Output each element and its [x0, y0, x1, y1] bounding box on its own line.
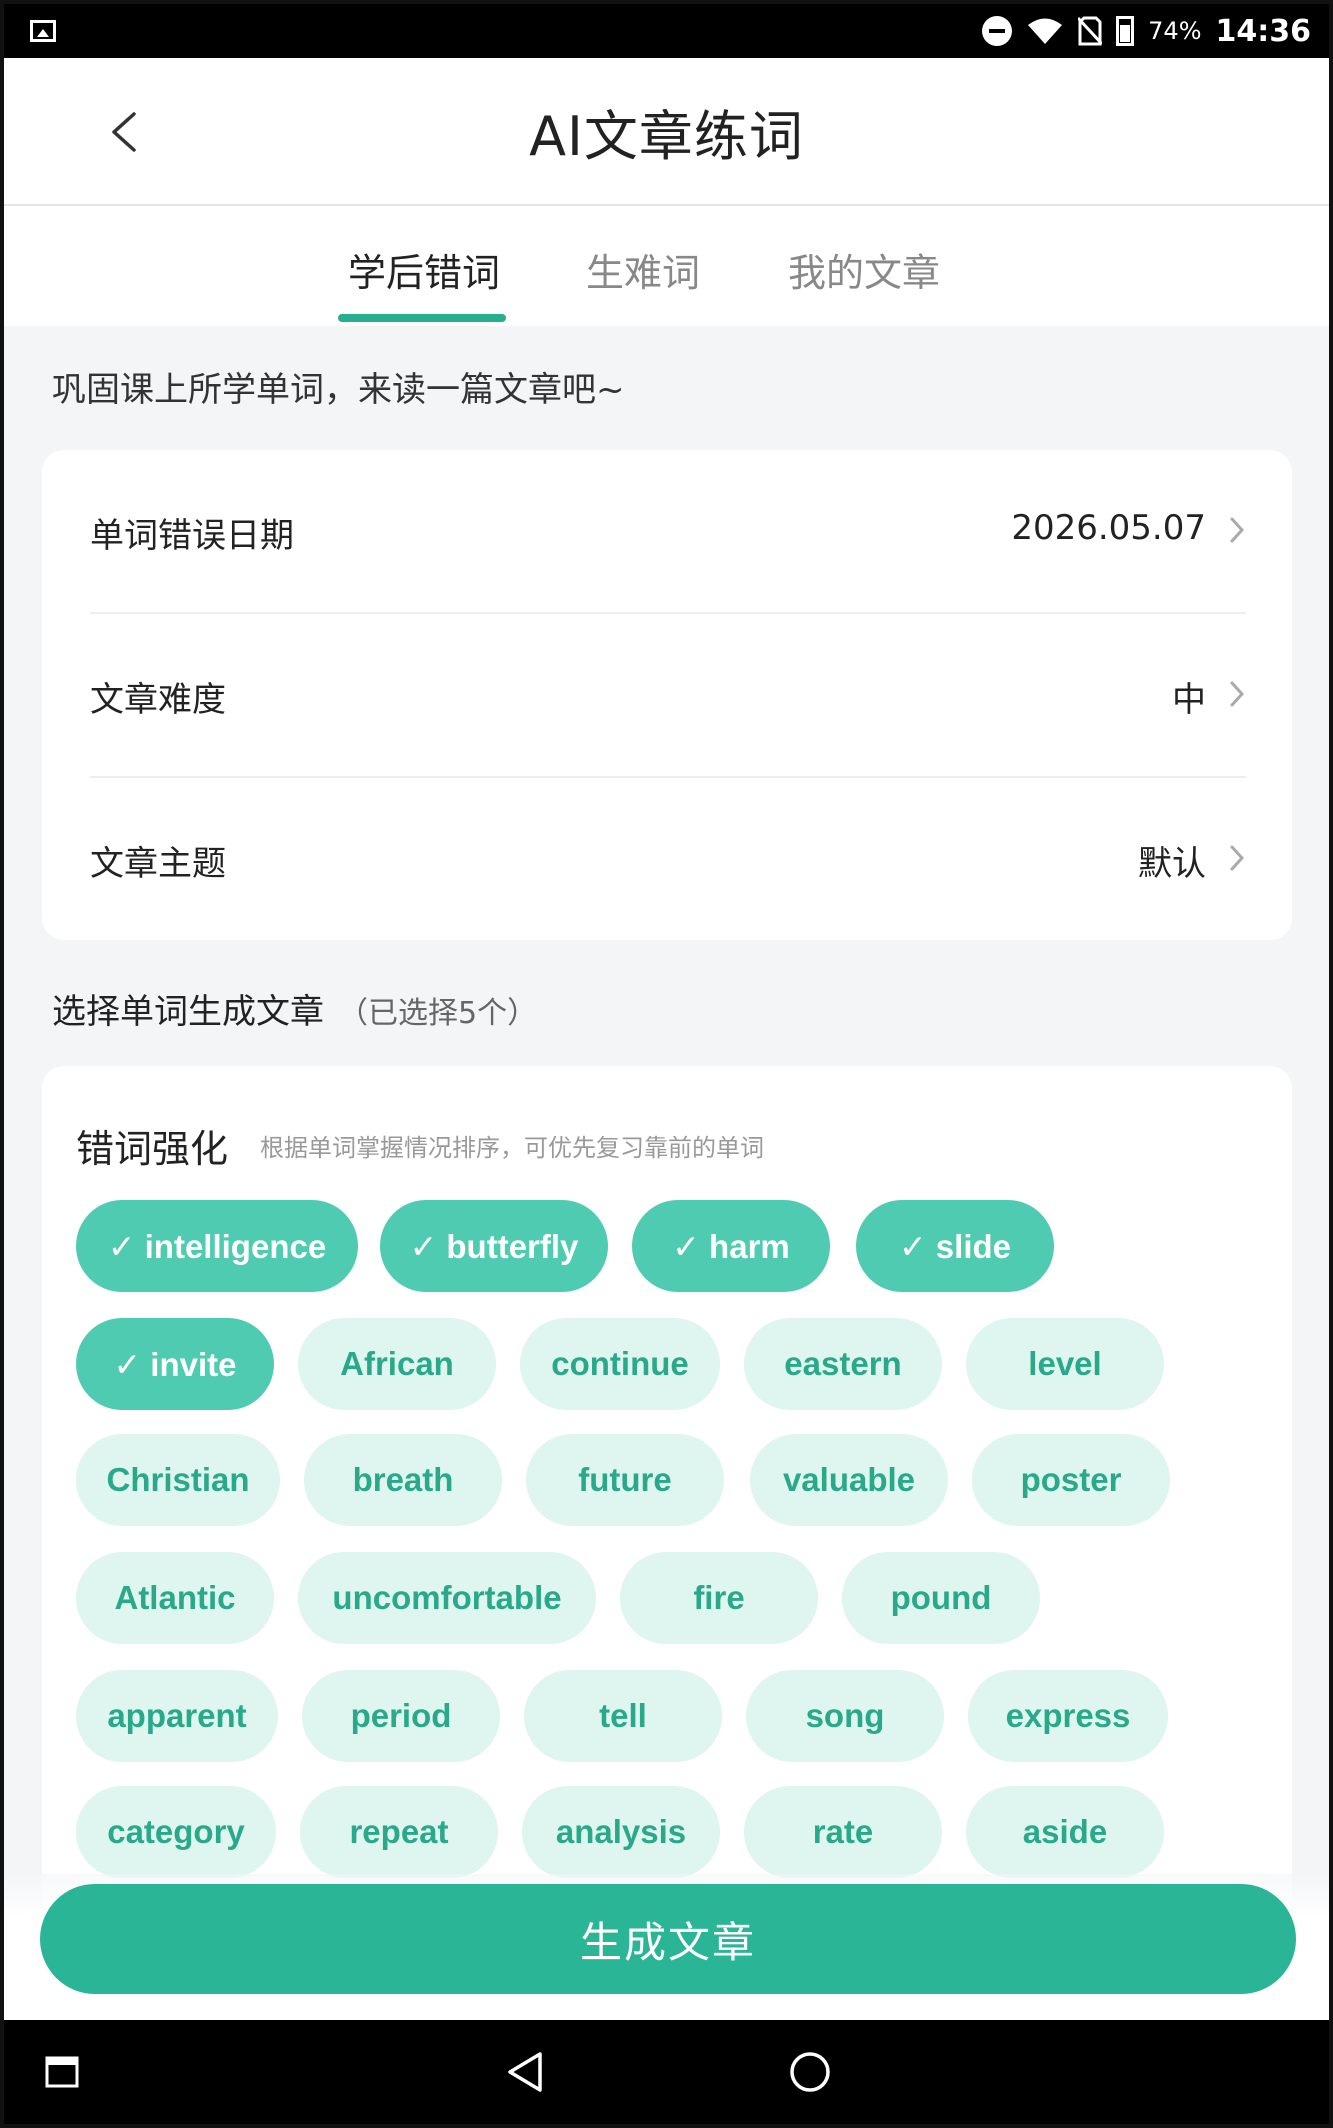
word-chip[interactable]: level [966, 1318, 1164, 1410]
do-not-disturb-icon [982, 16, 1013, 46]
word-chip[interactable]: period [302, 1670, 500, 1762]
page-title: AI文章练词 [529, 105, 804, 168]
nav-home-icon[interactable] [788, 2050, 832, 2094]
word-chip[interactable]: ✓ intelligence [76, 1200, 358, 1292]
word-chip[interactable]: valuable [750, 1434, 948, 1526]
setting-label: 文章主题 [90, 844, 226, 884]
word-chip[interactable]: continue [520, 1318, 720, 1410]
word-chip[interactable]: analysis [522, 1786, 720, 1878]
tab-bar: 学后错词 生难词 我的文章 [4, 206, 1329, 326]
settings-card: 单词错误日期 2026.05.07 文章难度 中 文章主题 默认 [42, 450, 1292, 940]
clock: 14:36 [1215, 13, 1312, 49]
tip-text: 巩固课上所学单词，来读一篇文章吧~ [52, 370, 625, 410]
words-heading: 错词强化 [76, 1127, 229, 1171]
chevron-right-icon [1230, 517, 1245, 543]
word-chip[interactable]: ✓ slide [856, 1200, 1054, 1292]
word-chip[interactable]: future [526, 1434, 724, 1526]
tab-mistake-words[interactable]: 学后错词 [348, 242, 500, 297]
active-tab-indicator [338, 314, 506, 322]
word-chip[interactable]: express [968, 1670, 1168, 1762]
word-chip[interactable]: ✓ invite [76, 1318, 274, 1410]
setting-value: 2026.05.07 [1011, 508, 1206, 548]
setting-label: 单词错误日期 [90, 516, 294, 556]
setting-label: 文章难度 [90, 680, 226, 720]
setting-row-date[interactable]: 单词错误日期 2026.05.07 [90, 450, 1246, 612]
word-chip[interactable]: apparent [76, 1670, 278, 1762]
word-chip[interactable]: tell [524, 1670, 722, 1762]
word-chip[interactable]: uncomfortable [298, 1552, 596, 1644]
word-chip[interactable]: eastern [744, 1318, 942, 1410]
word-chip[interactable]: ✓ butterfly [380, 1200, 608, 1292]
word-chip[interactable]: African [298, 1318, 496, 1410]
word-chip[interactable]: Christian [76, 1434, 280, 1526]
tab-my-articles[interactable]: 我的文章 [788, 242, 940, 297]
recent-apps-icon[interactable] [44, 2054, 80, 2090]
word-chip[interactable]: fire [620, 1552, 818, 1644]
section-title-text: 选择单词生成文章 [52, 992, 324, 1032]
setting-row-difficulty[interactable]: 文章难度 中 [90, 614, 1246, 776]
header: AI文章练词 [4, 58, 1329, 206]
setting-row-topic[interactable]: 文章主题 默认 [90, 778, 1246, 940]
word-chip[interactable]: poster [972, 1434, 1170, 1526]
chevron-right-icon [1230, 845, 1245, 871]
word-chip[interactable]: rate [744, 1786, 942, 1878]
app-screen: 74% 14:36 AI文章练词 学后错词 生难词 我的文章 巩固课上所学单词，… [4, 4, 1329, 2124]
battery-icon [1116, 16, 1135, 46]
status-icons: 74% 14:36 [982, 4, 1311, 58]
chevron-right-icon [1230, 681, 1245, 707]
word-chip[interactable]: ✓ harm [632, 1200, 830, 1292]
battery-percent: 74% [1148, 17, 1202, 45]
word-chip[interactable]: category [76, 1786, 276, 1878]
system-nav-bar [4, 2020, 1329, 2124]
wifi-icon [1028, 18, 1063, 44]
selected-count: （已选择5个） [338, 996, 538, 1031]
generate-article-button[interactable]: 生成文章 [40, 1884, 1296, 1994]
word-chip[interactable]: song [746, 1670, 944, 1762]
word-chip[interactable]: pound [842, 1552, 1040, 1644]
image-notification-icon [30, 20, 56, 42]
setting-value: 中 [1172, 680, 1206, 720]
tab-hard-words[interactable]: 生难词 [586, 242, 700, 297]
section-title: 选择单词生成文章 （已选择5个） [52, 984, 537, 1033]
word-chip[interactable]: breath [304, 1434, 502, 1526]
words-hint: 根据单词掌握情况排序，可优先复习靠前的单词 [260, 1134, 764, 1162]
word-chip[interactable]: repeat [300, 1786, 498, 1878]
status-bar: 74% 14:36 [4, 4, 1329, 58]
nav-back-icon[interactable] [504, 2050, 546, 2094]
word-chip[interactable]: Atlantic [76, 1552, 274, 1644]
setting-value: 默认 [1138, 844, 1206, 884]
no-sim-icon [1078, 16, 1103, 46]
word-chip[interactable]: aside [966, 1786, 1164, 1878]
